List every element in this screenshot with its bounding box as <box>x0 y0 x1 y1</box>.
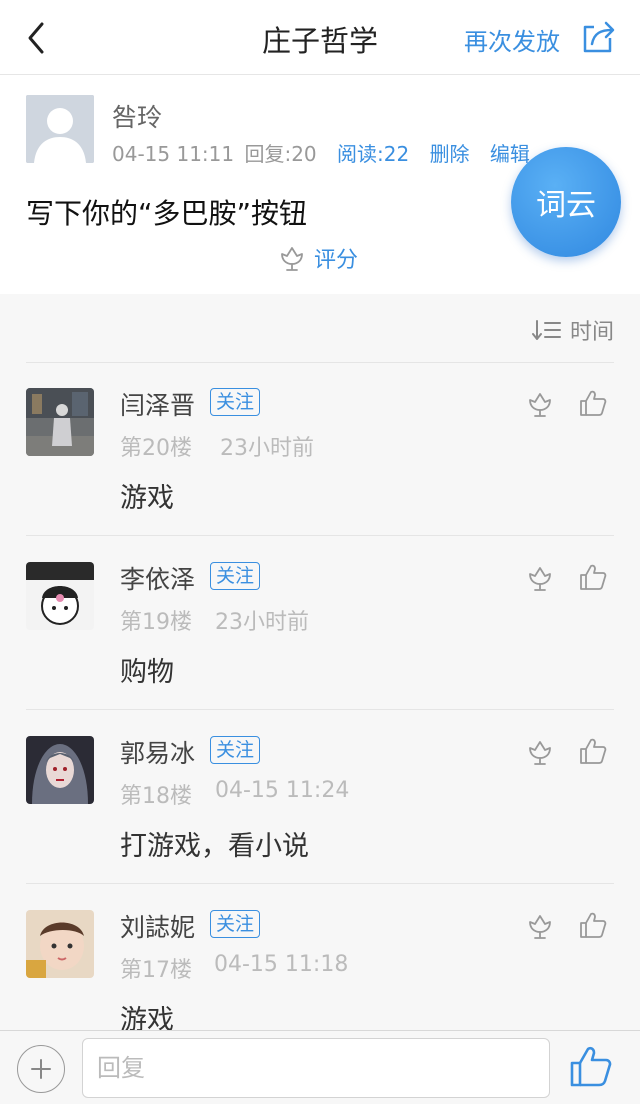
post-meta: 04-15 11:11 回复:20 阅读:22 删除 编辑 <box>112 138 530 167</box>
commenter-avatar[interactable] <box>26 388 94 456</box>
comment-item: 李依泽 关注 第19楼 23小时前 购物 <box>0 536 640 710</box>
reply-input[interactable] <box>82 1038 550 1098</box>
wordcloud-button[interactable]: 词云 <box>511 147 621 257</box>
commenter-avatar[interactable] <box>26 910 94 978</box>
follow-button[interactable]: 关注 <box>210 736 261 764</box>
follow-button[interactable]: 关注 <box>210 388 261 416</box>
floor-number: 第17楼 <box>120 958 192 983</box>
comment-item: 郭易冰 关注 第18楼 04-15 11:24 打游戏，看小说 <box>0 710 640 884</box>
commenter-name[interactable]: 郭易冰 <box>120 734 195 770</box>
author-avatar[interactable] <box>26 95 94 163</box>
comment-time: 04-15 11:24 <box>215 778 350 803</box>
lotus-icon[interactable] <box>526 738 554 766</box>
follow-button[interactable]: 关注 <box>210 910 261 938</box>
share-button[interactable] <box>580 18 618 56</box>
commenter-name[interactable]: 闫泽晋 <box>120 386 195 422</box>
comment-item: 闫泽晋 关注 第20楼 23小时前 游戏 <box>0 362 640 536</box>
comment-text: 游戏 <box>120 483 174 514</box>
lotus-icon[interactable] <box>526 564 554 592</box>
plus-icon <box>31 1059 51 1079</box>
commenter-avatar[interactable] <box>26 562 94 630</box>
reply-count: 回复:20 <box>244 142 317 166</box>
delete-button[interactable]: 删除 <box>430 142 470 166</box>
avatar-photo <box>26 388 94 456</box>
thumbs-up-icon[interactable] <box>578 736 608 766</box>
comment-text: 打游戏，看小说 <box>120 831 309 862</box>
post-header: 咎玲 04-15 11:11 回复:20 阅读:22 删除 编辑 写下你的“多巴… <box>0 76 640 294</box>
rate-label: 评分 <box>314 248 359 273</box>
nav-bar: 庄子哲学 再次发放 <box>0 0 640 75</box>
thumbs-up-icon[interactable] <box>578 562 608 592</box>
share-icon <box>583 21 615 53</box>
add-attachment-button[interactable] <box>17 1045 65 1093</box>
chevron-left-icon <box>28 22 44 54</box>
rate-button[interactable]: 评分 <box>278 242 358 274</box>
back-button[interactable] <box>18 20 54 56</box>
comment-time: 23小时前 <box>215 610 309 635</box>
floor-number: 第20楼 <box>120 436 192 461</box>
thumbs-up-icon[interactable] <box>568 1043 614 1089</box>
comment-text: 游戏 <box>120 1005 174 1030</box>
lotus-icon <box>281 247 303 271</box>
avatar-photo <box>26 910 94 978</box>
comment-time: 23小时前 <box>220 436 314 461</box>
edit-button[interactable]: 编辑 <box>490 142 530 166</box>
avatar-photo <box>26 562 94 630</box>
follow-button[interactable]: 关注 <box>210 562 261 590</box>
comment-time: 04-15 11:18 <box>214 952 349 977</box>
lotus-icon[interactable] <box>526 390 554 418</box>
commenter-name[interactable]: 李依泽 <box>120 560 195 596</box>
comments-list: 时间 闫泽晋 关注 第20楼 23小时前 游戏 李依泽 关注 第19楼 23小时… <box>0 294 640 1030</box>
read-count[interactable]: 阅读:22 <box>337 142 409 166</box>
resend-button[interactable]: 再次发放 <box>464 22 560 57</box>
lotus-icon[interactable] <box>526 912 554 940</box>
floor-number: 第19楼 <box>120 610 192 635</box>
commenter-name[interactable]: 刘誌妮 <box>120 908 195 944</box>
comment-item: 刘誌妮 关注 第17楼 04-15 11:18 游戏 <box>0 884 640 1030</box>
commenter-avatar[interactable] <box>26 736 94 804</box>
reply-bar <box>0 1030 640 1104</box>
author-name[interactable]: 咎玲 <box>112 98 162 134</box>
comment-text: 购物 <box>120 657 174 688</box>
sort-button[interactable]: 时间 <box>531 314 614 346</box>
user-placeholder-icon <box>26 95 94 163</box>
thumbs-up-icon[interactable] <box>578 388 608 418</box>
floor-number: 第18楼 <box>120 784 192 809</box>
sort-label: 时间 <box>569 320 614 345</box>
avatar-photo <box>26 736 94 804</box>
post-date: 04-15 11:11 <box>112 142 235 166</box>
post-question: 写下你的“多巴胺”按钮 <box>26 197 308 230</box>
sort-icon <box>531 320 561 340</box>
thumbs-up-icon[interactable] <box>578 910 608 940</box>
